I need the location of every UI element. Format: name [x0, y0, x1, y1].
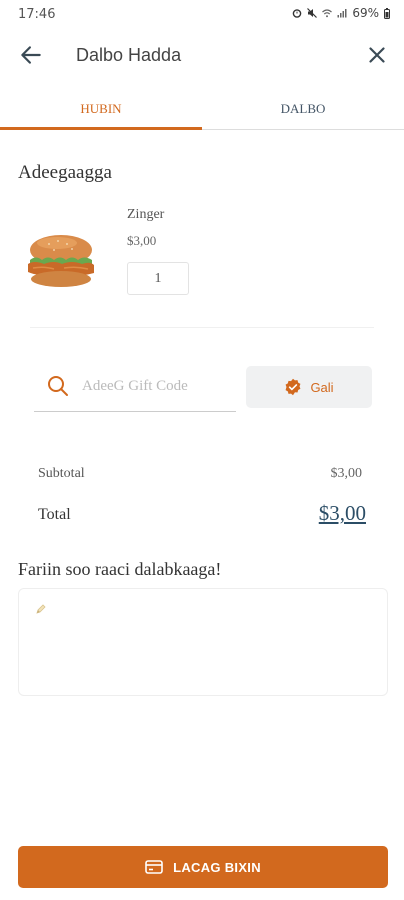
item-price: $3,00: [127, 233, 157, 248]
tab-bar: HUBIN DALBO: [0, 88, 404, 130]
verified-badge-icon: [286, 378, 301, 396]
comment-title: Fariin soo raaci dalabkaaga!: [18, 559, 222, 579]
subtotal-label: Subtotal: [38, 466, 85, 481]
alarm-icon: [293, 9, 302, 18]
pencil-icon: [36, 604, 46, 614]
apply-gift-button[interactable]: Gali: [246, 366, 372, 408]
apply-gift-label: Gali: [310, 379, 334, 395]
tab-indicator: [0, 127, 202, 130]
battery-level: 69%: [352, 6, 379, 20]
app-bar: Dalbo Hadda: [0, 30, 404, 80]
wifi-icon: [322, 9, 333, 18]
status-icons: 69%: [292, 6, 390, 20]
cart-section-title: Adeegaagga: [18, 162, 112, 183]
status-time: 17:46: [18, 7, 56, 22]
gift-code-input[interactable]: [82, 374, 232, 398]
comment-box: [18, 588, 388, 696]
total-label: Total: [38, 506, 71, 523]
subtotal-value: $3,00: [330, 466, 363, 481]
tab-hubin[interactable]: HUBIN: [0, 88, 202, 130]
tab-hubin-label: HUBIN: [80, 101, 122, 116]
status-bar: 17:46 69%: [0, 0, 404, 28]
signal-icon: [337, 9, 347, 18]
quantity-value: 1: [154, 270, 162, 286]
quantity-field[interactable]: 1: [127, 262, 189, 295]
battery-icon: [384, 7, 390, 19]
page-title: Dalbo Hadda: [76, 45, 182, 65]
tab-dalbo-label: DALBO: [280, 101, 326, 116]
comment-input[interactable]: [33, 601, 373, 683]
divider: [30, 327, 374, 328]
gift-code-field: [34, 362, 236, 412]
credit-card-icon: [145, 860, 163, 874]
pay-button[interactable]: LACAG BIXIN: [18, 846, 388, 888]
burger-image: [28, 235, 94, 287]
search-icon: [48, 376, 68, 396]
pay-button-label: LACAG BIXIN: [173, 859, 261, 875]
item-name: Zinger: [127, 207, 165, 222]
mute-icon: [307, 8, 318, 18]
arrow-left-icon[interactable]: [18, 42, 44, 68]
total-value: $3,00: [318, 501, 366, 525]
tab-dalbo[interactable]: DALBO: [202, 88, 404, 130]
close-icon[interactable]: [364, 42, 390, 68]
